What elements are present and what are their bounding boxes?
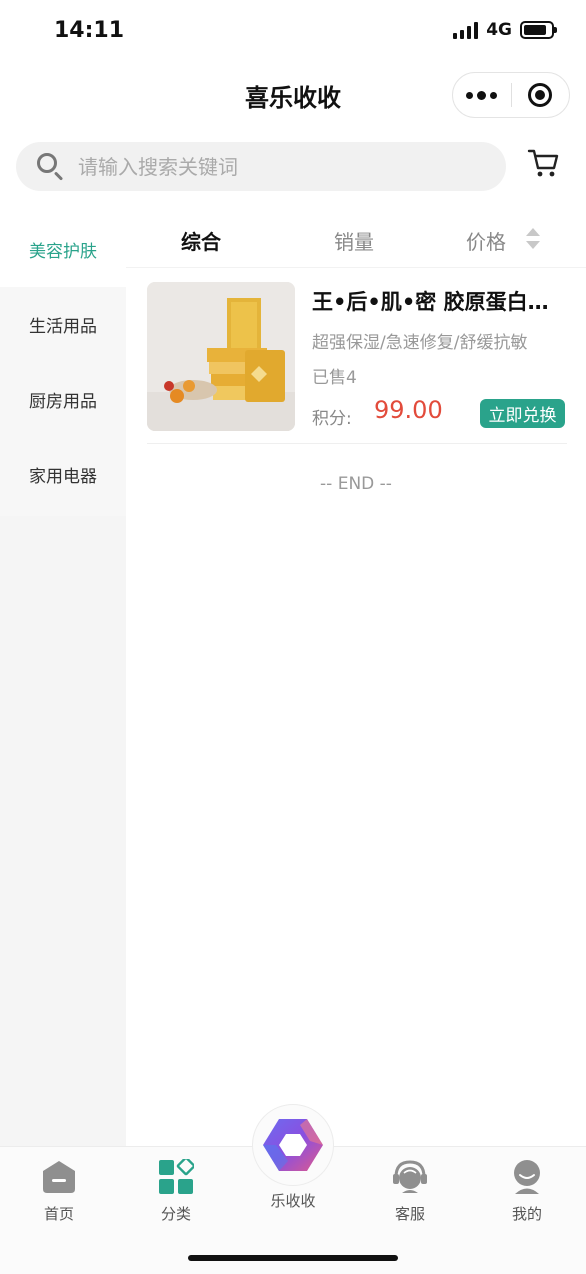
tab-home-label: 首页 <box>43 1205 74 1223</box>
sidebar-item-label: 生活用品 <box>29 317 97 337</box>
product-subtitle: 超强保湿/急速修复/舒缓抗敏 <box>312 333 528 353</box>
tab-home[interactable]: 首页 <box>9 1159 109 1224</box>
tab-service-label: 客服 <box>394 1205 425 1223</box>
network-label: 4G <box>486 20 512 40</box>
category-icon <box>158 1156 196 1195</box>
home-icon <box>41 1159 77 1195</box>
target-icon <box>528 83 553 107</box>
tab-center-label: 乐收收 <box>270 1192 316 1210</box>
sidebar-item-label: 厨房用品 <box>29 392 97 412</box>
search-input[interactable] <box>78 154 458 179</box>
tab-service[interactable]: 客服 <box>360 1159 460 1224</box>
app-logo-icon <box>263 1119 323 1171</box>
search-icon <box>36 152 66 182</box>
list-end-text: -- END -- <box>320 474 392 494</box>
sidebar-item-label: 美容护肤 <box>29 242 97 262</box>
search-bar[interactable] <box>16 142 506 191</box>
signal-icon <box>453 21 479 39</box>
sort-arrows-icon[interactable] <box>526 228 540 250</box>
sidebar-empty-area <box>0 516 126 1148</box>
price-value: 99.00 <box>374 396 443 424</box>
product-image[interactable] <box>147 282 295 431</box>
product-info: 王•后•肌•密 胶原蛋白精华面膜 超强保湿/急速修复/舒缓抗敏 已售4 积分: … <box>312 282 567 429</box>
tab-category-label: 分类 <box>160 1205 191 1223</box>
tab-sales[interactable]: 销量 <box>334 226 374 255</box>
tab-mine[interactable]: 我的 <box>477 1159 577 1224</box>
close-mini-program-button[interactable] <box>511 73 569 117</box>
product-card[interactable]: 王•后•肌•密 胶原蛋白精华面膜 超强保湿/急速修复/舒缓抗敏 已售4 积分: … <box>147 282 567 444</box>
tab-comprehensive[interactable]: 综合 <box>181 226 221 255</box>
title-bar: 喜乐收收 <box>0 64 586 128</box>
sidebar-item-daily[interactable]: 生活用品 <box>0 287 126 362</box>
home-indicator <box>188 1255 398 1261</box>
tab-price[interactable]: 价格 <box>466 226 506 255</box>
sidebar-item-label: 家用电器 <box>29 467 97 487</box>
price-row: 积分: 99.00 立即兑换 <box>312 396 567 430</box>
sidebar-item-kitchen[interactable]: 厨房用品 <box>0 362 126 437</box>
sort-tabs: 综合 销量 价格 <box>126 212 586 268</box>
status-bar: 14:11 4G <box>0 0 586 64</box>
status-indicators: 4G <box>453 20 557 40</box>
tab-center[interactable] <box>252 1104 334 1186</box>
cart-icon[interactable] <box>526 146 562 180</box>
sidebar-item-beauty[interactable]: 美容护肤 <box>0 212 126 287</box>
more-icon[interactable] <box>453 73 511 117</box>
sidebar-item-appliances[interactable]: 家用电器 <box>0 437 126 512</box>
tab-mine-label: 我的 <box>511 1205 542 1223</box>
user-icon <box>509 1159 545 1195</box>
tab-category[interactable]: 分类 <box>126 1156 226 1224</box>
customer-service-icon <box>392 1159 428 1195</box>
mini-program-capsule <box>452 72 570 118</box>
sold-count: 已售4 <box>312 368 357 388</box>
price-label: 积分: <box>312 409 352 429</box>
redeem-button[interactable]: 立即兑换 <box>480 399 565 428</box>
battery-icon <box>520 21 557 39</box>
product-title[interactable]: 王•后•肌•密 胶原蛋白精华面膜 <box>312 286 557 316</box>
status-time: 14:11 <box>54 18 125 43</box>
